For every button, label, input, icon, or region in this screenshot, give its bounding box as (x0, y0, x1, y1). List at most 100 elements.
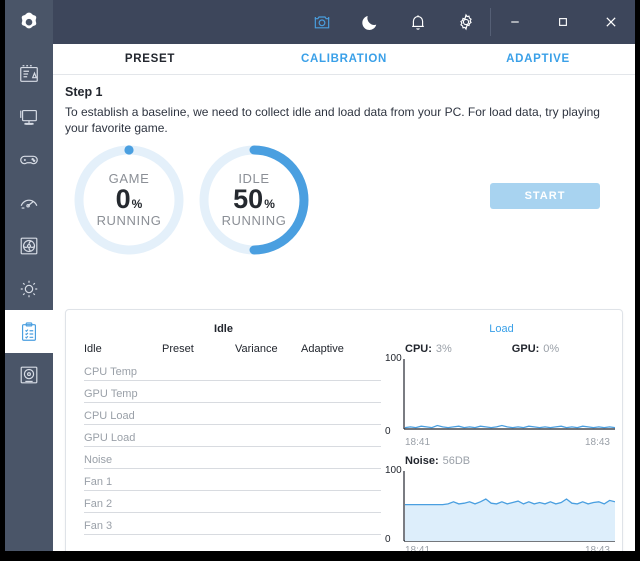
gamepad-icon (20, 155, 38, 164)
table-row: CPU Load (84, 403, 381, 425)
sidebar-item-calibration[interactable] (5, 310, 53, 353)
row-preset (162, 378, 235, 380)
row-variance (235, 466, 301, 468)
metrics-table: Idle Preset Variance Adaptive CPU Temp G… (66, 337, 381, 551)
noise-x-end: 18:43 (584, 545, 610, 551)
charts-column: CPU: 3% GPU: 0% 100 0 18:41 18:43 Noise:… (381, 337, 622, 551)
sidebar-item-fan[interactable] (5, 224, 53, 267)
settings-button[interactable] (442, 0, 490, 44)
gpu-value: 0% (543, 343, 560, 355)
row-label: Fan 3 (84, 520, 113, 532)
start-button[interactable]: START (490, 183, 600, 210)
row-adaptive (301, 466, 371, 468)
gauge-idle[interactable]: IDLE 50 % RUNNING (196, 142, 312, 258)
table-row: Fan 3 (84, 513, 381, 535)
table-row: GPU Temp (84, 381, 381, 403)
tab-preset[interactable]: PRESET (53, 53, 247, 65)
row-label: Noise (84, 454, 113, 466)
row-variance (235, 444, 301, 446)
gauge-game[interactable]: GAME 0 % RUNNING (71, 142, 187, 258)
column-header-idle: Idle (84, 343, 102, 355)
brightness-icon (20, 280, 38, 297)
gauge-icon (20, 199, 38, 209)
gauge-game-sublabel: RUNNING (96, 213, 162, 229)
sidebar-item-display[interactable] (5, 95, 53, 138)
row-variance (235, 422, 301, 424)
title-bar (53, 0, 635, 44)
main-content: PRESET CALIBRATION ADAPTIVE Step 1 To es… (53, 44, 635, 551)
table-row: GPU Load (84, 425, 381, 447)
load-chart-stats: CPU: 3% GPU: 0% (405, 343, 614, 355)
row-label: GPU Load (84, 432, 136, 444)
table-row: CPU Temp (84, 359, 381, 381)
row-variance (235, 400, 301, 402)
row-preset (162, 488, 235, 490)
noise-y-min: 0 (385, 534, 391, 545)
row-variance (235, 378, 301, 380)
row-variance (235, 532, 301, 534)
panel-title-idle: Idle (214, 323, 233, 335)
night-mode-button[interactable] (346, 0, 394, 44)
panel-body: Idle Preset Variance Adaptive CPU Temp G… (66, 337, 622, 551)
screenshot-button[interactable] (298, 0, 346, 44)
noise-label: Noise: (405, 455, 439, 467)
table-row: Fan 2 (84, 491, 381, 513)
sidebar-nav (5, 44, 53, 396)
column-header-adaptive: Adaptive (301, 343, 344, 355)
sidebar (5, 0, 53, 551)
row-variance (235, 510, 301, 512)
gauge-idle-value: 50 (233, 184, 264, 215)
step-description: To establish a baseline, we need to coll… (65, 105, 600, 136)
row-adaptive (301, 444, 371, 446)
row-label: Fan 2 (84, 498, 113, 510)
camera-icon (314, 16, 330, 29)
load-x-end: 18:43 (584, 437, 610, 448)
load-chart-plot (403, 359, 615, 430)
cpu-value: 3% (435, 343, 452, 355)
row-adaptive (301, 510, 371, 512)
row-preset (162, 532, 235, 534)
gauge-game-value: 0 (115, 184, 131, 215)
maximize-button[interactable] (539, 0, 587, 44)
row-adaptive (301, 488, 371, 490)
noise-chart-stats: Noise: 56DB (405, 455, 614, 467)
noise-chart: 100 0 18:41 18:43 (385, 465, 615, 551)
sidebar-item-game[interactable] (5, 138, 53, 181)
load-y-max: 100 (385, 353, 402, 364)
title-bar-buttons (298, 0, 635, 44)
column-header-preset: Preset (162, 343, 194, 355)
sidebar-item-lighting[interactable] (5, 267, 53, 310)
row-label: Fan 1 (84, 476, 113, 488)
gauge-idle-text: IDLE 50 % RUNNING (196, 142, 312, 258)
application-window: PRESET CALIBRATION ADAPTIVE Step 1 To es… (0, 0, 640, 561)
table-header-row: Idle Preset Variance Adaptive (84, 343, 381, 359)
close-button[interactable] (587, 0, 635, 44)
monitor-report-icon (20, 64, 38, 82)
gear-icon (460, 13, 472, 31)
load-chart: 100 0 18:41 18:43 (385, 353, 615, 448)
row-preset (162, 422, 235, 424)
tab-bar: PRESET CALIBRATION ADAPTIVE (53, 44, 635, 75)
app-logo[interactable] (5, 0, 53, 44)
row-label: CPU Temp (84, 366, 137, 378)
minimize-button[interactable] (491, 0, 539, 44)
bell-icon (412, 15, 424, 30)
sidebar-item-system-info[interactable] (5, 52, 53, 95)
table-row: Noise (84, 447, 381, 469)
notifications-button[interactable] (394, 0, 442, 44)
data-panel: Idle Load Idle Preset Variance Adaptive (65, 309, 623, 551)
noise-value: 56DB (442, 455, 471, 467)
step-title: Step 1 (65, 85, 103, 99)
row-label: CPU Load (84, 410, 135, 422)
sidebar-item-performance[interactable] (5, 181, 53, 224)
column-header-variance: Variance (235, 343, 278, 355)
noise-x-start: 18:41 (405, 545, 431, 551)
tab-calibration[interactable]: CALIBRATION (247, 53, 441, 65)
row-adaptive (301, 422, 371, 424)
sidebar-item-storage[interactable] (5, 353, 53, 396)
tab-adaptive[interactable]: ADAPTIVE (441, 53, 635, 65)
minimize-icon (511, 21, 519, 23)
panel-title-load[interactable]: Load (489, 323, 513, 335)
moon-icon (362, 16, 377, 30)
row-adaptive (301, 532, 371, 534)
